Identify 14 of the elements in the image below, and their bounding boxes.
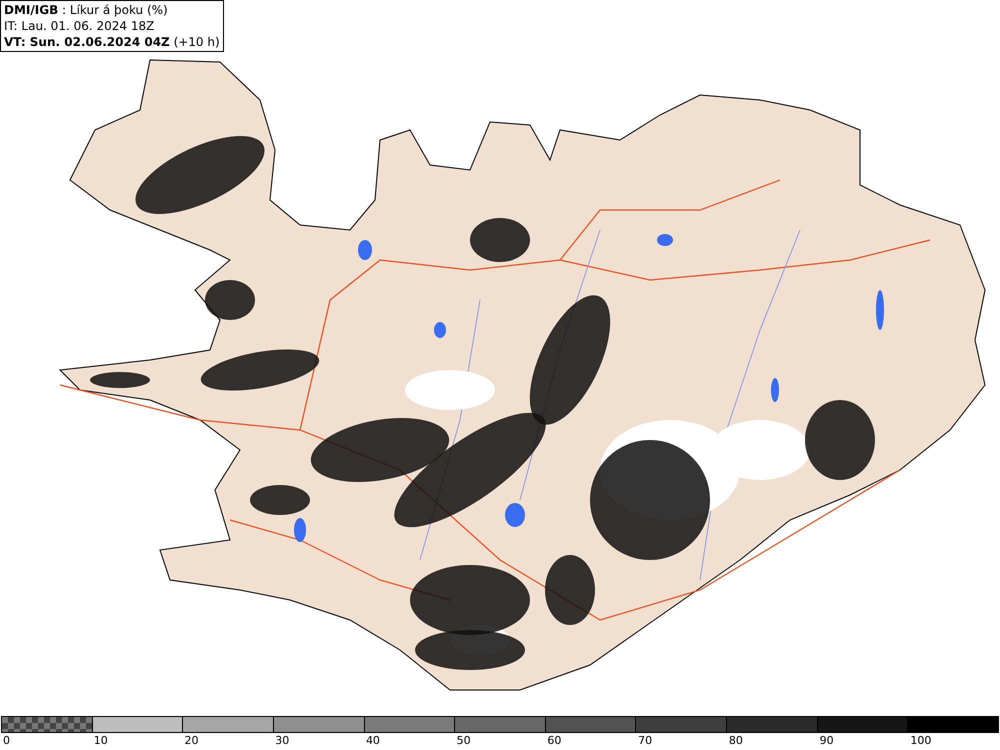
scale-label: 60	[547, 734, 562, 747]
info-line: VT: Sun. 02.06.2024 04Z (+10 h)	[4, 34, 220, 50]
scale-label: 80	[728, 734, 743, 747]
scale-label: 70	[638, 734, 652, 747]
info-line: IT: Lau. 01. 06. 2024 18Z	[4, 18, 156, 34]
scale-label: 30	[275, 734, 290, 747]
scale-label: 20	[184, 734, 198, 747]
scale-label: 100	[910, 734, 932, 747]
scale-label: 90	[820, 734, 834, 747]
scale-label: 50	[456, 734, 471, 747]
scale-label: 40	[366, 734, 380, 747]
scale-label: 0	[3, 734, 10, 747]
info-line: DMI/IGB : Líkur á þoku (%)	[4, 2, 169, 18]
scale-label: 10	[94, 734, 108, 747]
